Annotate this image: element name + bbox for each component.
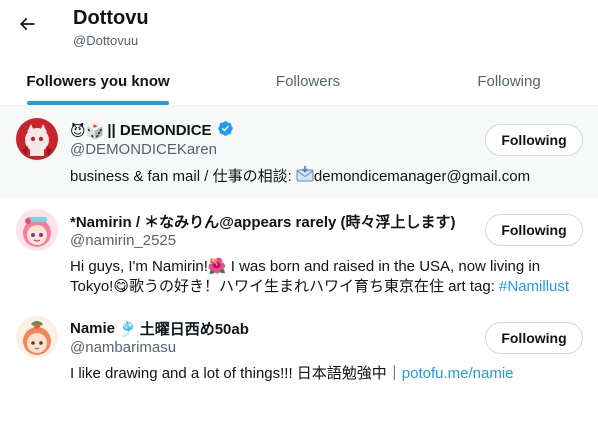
user-handle[interactable]: @namirin_2525	[70, 232, 176, 249]
name-emoji: 😈🎲	[70, 122, 105, 140]
yum-face-emoji: 😋	[113, 278, 129, 295]
display-name: || DEMONDICE	[107, 122, 212, 139]
avatar[interactable]	[16, 209, 58, 251]
page-handle: @Dottovuu	[73, 33, 139, 48]
back-button[interactable]	[10, 9, 44, 43]
user-handle[interactable]: @DEMONDICEKaren	[70, 141, 217, 158]
bio-link[interactable]: potofu.me/namie	[402, 365, 514, 382]
hashtag-link[interactable]: #Namillust	[499, 278, 569, 295]
tab-label: Followers you know	[26, 72, 170, 90]
avatar[interactable]	[16, 316, 58, 358]
user-row[interactable]: 😈🎲 || DEMONDICE @DEMONDICEKaren Followin…	[0, 106, 598, 197]
hibiscus-emoji: 🌺	[207, 258, 227, 275]
user-row[interactable]: *Namirin / ＊なみりん@appears rarely (時々浮上します…	[0, 197, 598, 304]
bio-text: Tokyo!	[70, 278, 114, 295]
following-button[interactable]: Following	[485, 124, 583, 156]
bio-line: Tokyo!😋歌うの好き！ハワイ生まれハワイ育ち東京在住 art tag: #N…	[70, 277, 585, 297]
active-tab-indicator	[27, 101, 169, 105]
user-name[interactable]: Namie 🎐 土曜日西め50ab	[70, 318, 249, 339]
following-button[interactable]: Following	[485, 214, 583, 246]
display-name: Namie	[70, 320, 116, 337]
tab-following[interactable]: Following	[420, 57, 598, 105]
user-bio: Hi guys, I'm Namirin!🌺 I was born and ra…	[70, 257, 585, 297]
profile-header: Dottovu @Dottovuu	[0, 0, 598, 54]
display-name-suffix: 土曜日西め50ab	[139, 321, 249, 338]
avatar[interactable]	[16, 118, 58, 160]
tab-label: Followers	[275, 72, 341, 90]
bio-text: business & fan mail / 仕事の相談:	[70, 167, 296, 185]
display-name: *Namirin / ＊なみりん@appears rarely (時々浮上します…	[70, 214, 456, 231]
user-name[interactable]: 😈🎲 || DEMONDICE	[70, 120, 234, 141]
bio-text: Hi guys, I'm Namirin!	[70, 258, 208, 275]
bio-text: I was born and raised in the USA, now li…	[226, 258, 541, 275]
user-handle[interactable]: @nambarimasu	[70, 339, 176, 356]
tab-followers-you-know[interactable]: Followers you know	[0, 57, 196, 105]
bio-text: I like drawing and a lot of things!!! 日本…	[70, 365, 402, 382]
bio-email: demondicemanager@gmail.com	[313, 167, 531, 185]
user-name[interactable]: *Namirin / ＊なみりん@appears rarely (時々浮上します…	[70, 211, 456, 232]
verified-badge-icon	[217, 120, 234, 141]
user-row[interactable]: Namie 🎐 土曜日西め50ab @nambarimasu Following I…	[0, 304, 598, 394]
tab-bar: Followers you know Followers Following	[0, 57, 598, 106]
tab-followers[interactable]: Followers	[196, 57, 420, 105]
page-title: Dottovu	[73, 7, 149, 29]
email-icon	[296, 166, 314, 188]
user-bio: I like drawing and a lot of things!!! 日本…	[70, 364, 585, 384]
user-bio: business & fan mail / 仕事の相談: demondicema…	[70, 166, 585, 188]
tab-label: Following	[477, 72, 541, 90]
following-button[interactable]: Following	[485, 322, 583, 354]
followers-you-know-page: Dottovu @Dottovuu Followers you know Fol…	[0, 0, 598, 437]
arrow-left-icon	[17, 14, 37, 39]
bio-line: Hi guys, I'm Namirin!🌺 I was born and ra…	[70, 257, 585, 277]
wind-chime-emoji: 🎐	[118, 320, 137, 338]
bio-text: 歌うの好き！ハワイ生まれハワイ育ち東京在住 art tag:	[129, 278, 500, 295]
